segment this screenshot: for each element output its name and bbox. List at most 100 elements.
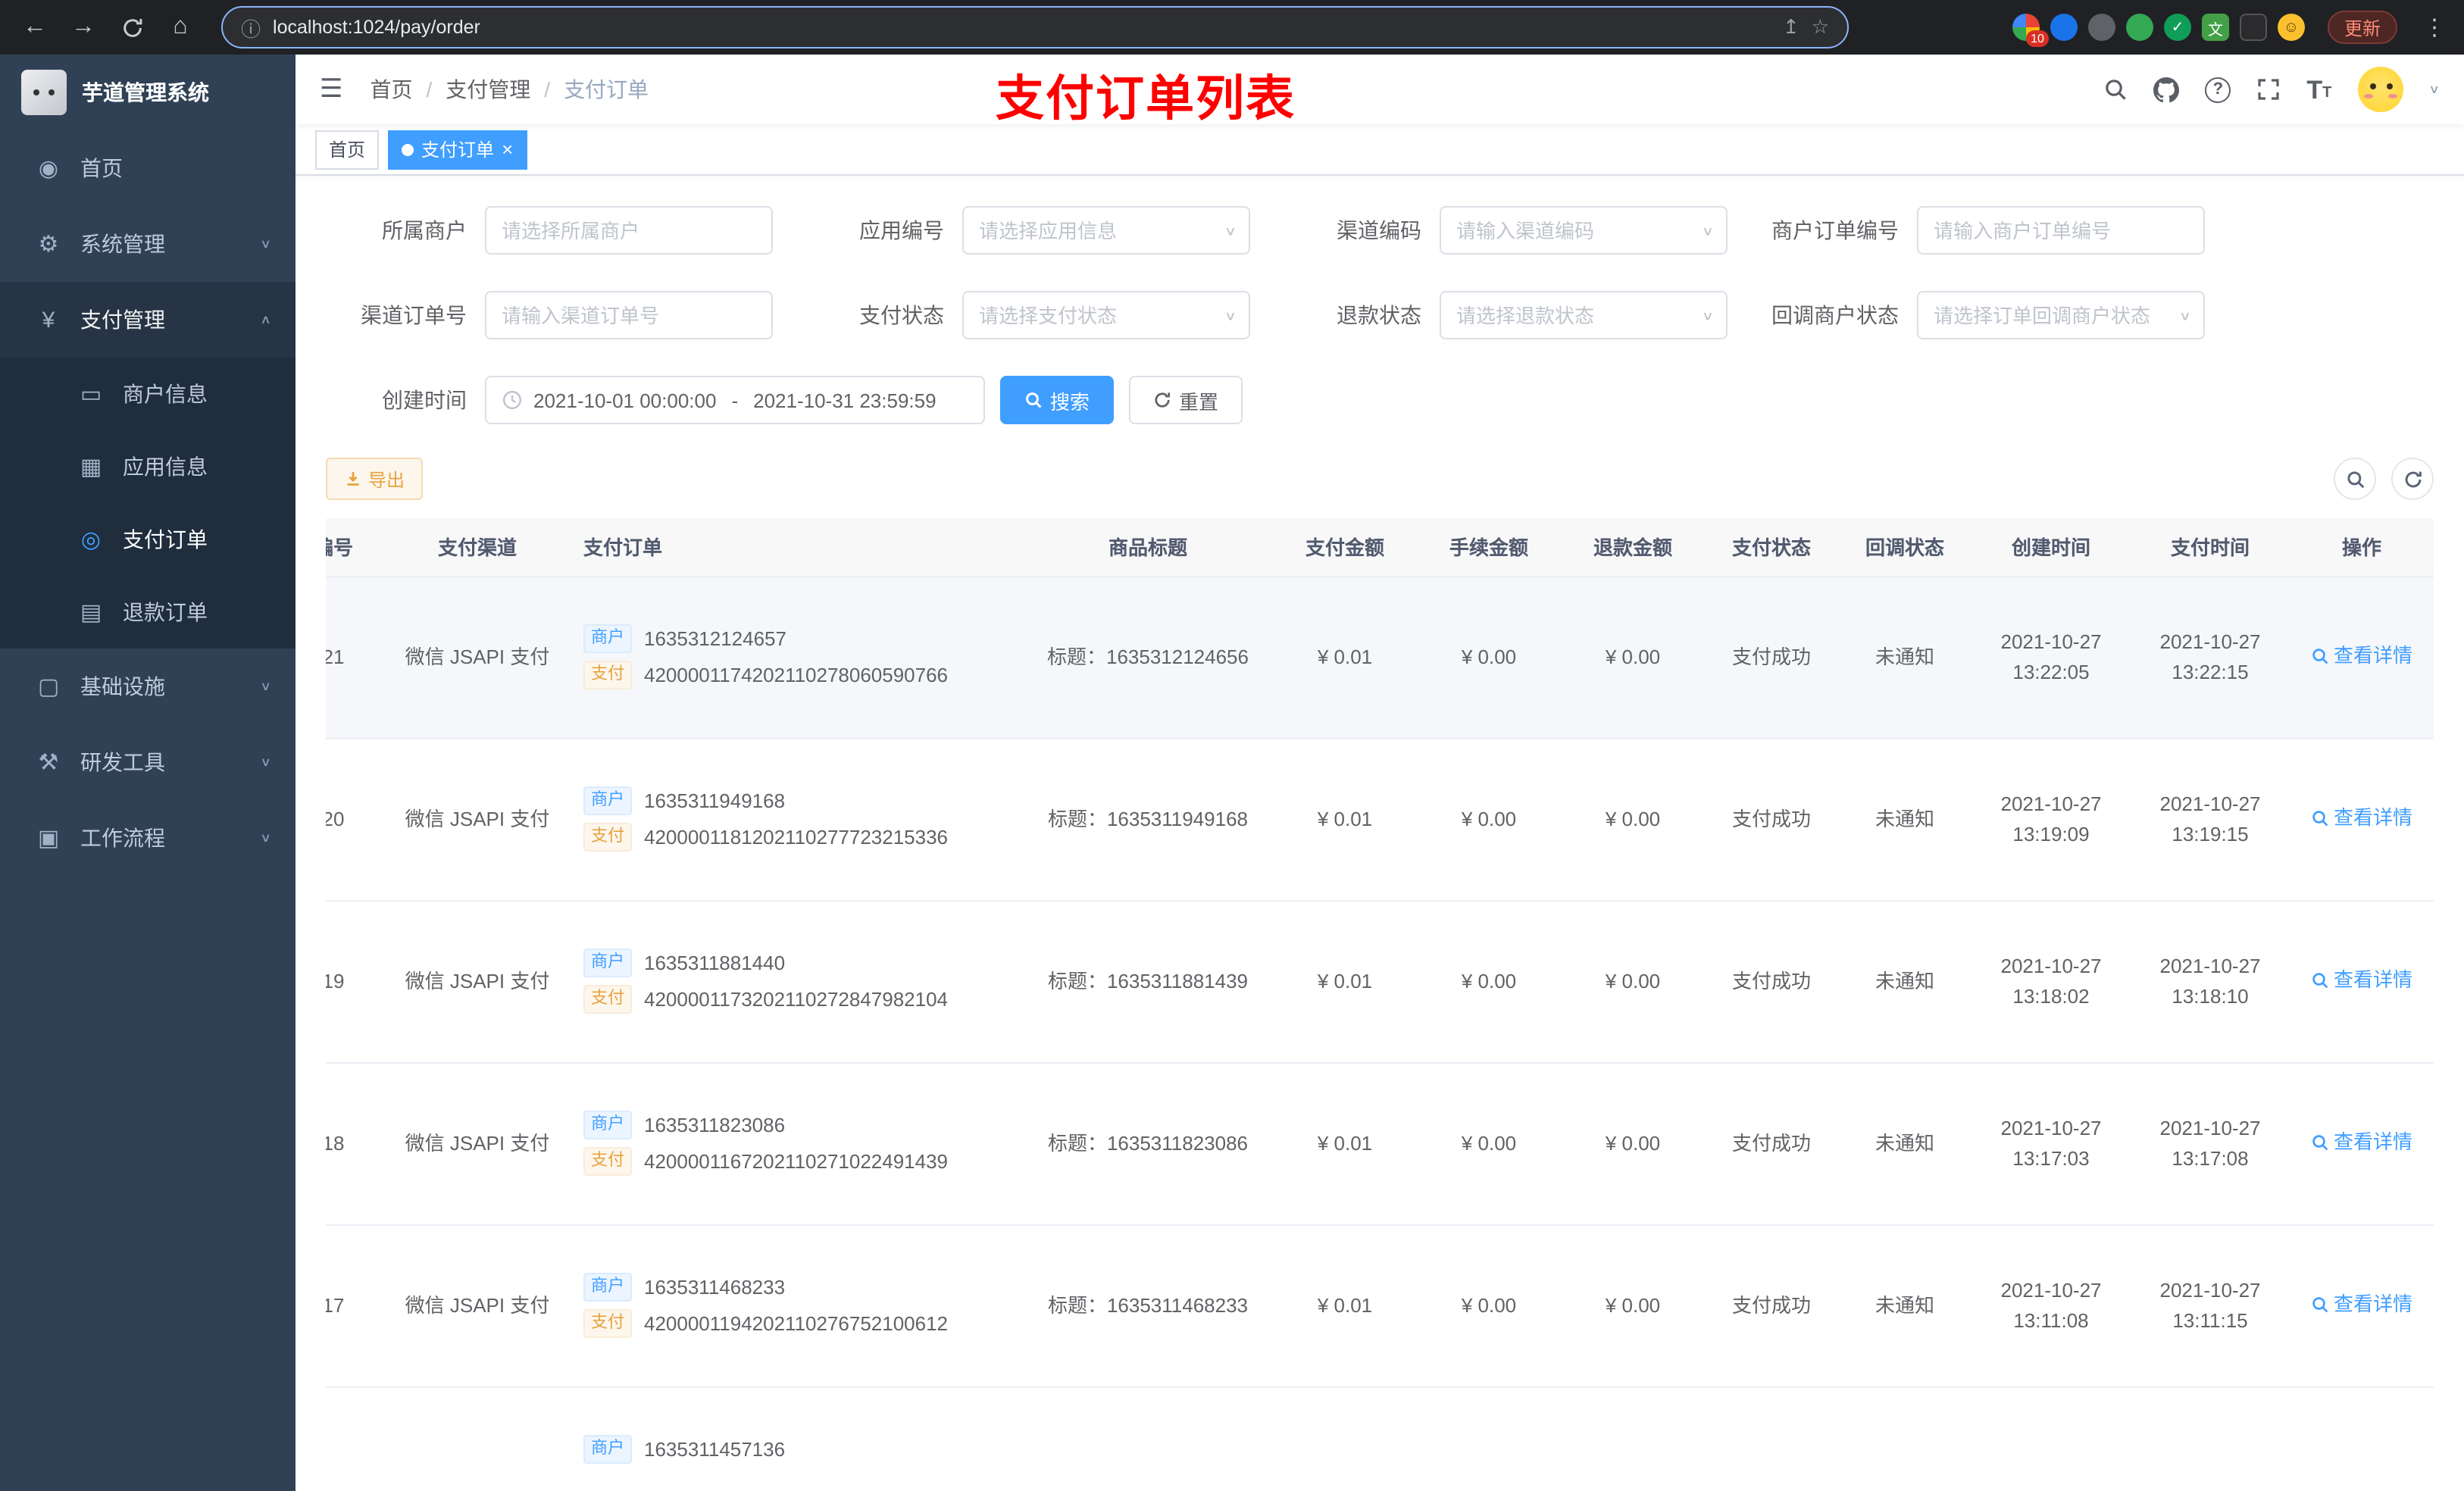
- share-icon[interactable]: ↥: [1783, 15, 1800, 39]
- user-avatar[interactable]: [2357, 67, 2403, 112]
- channel-code-input[interactable]: [1456, 219, 1690, 242]
- sidebar: 芋道管理系统 ◉ 首页 ⚙ 系统管理 ∨ ¥ 支付管理 ∧ ▭ 商户信息 ▦ 应…: [0, 55, 295, 1491]
- search-icon: [2312, 972, 2328, 988]
- extension-icon[interactable]: [2239, 14, 2267, 41]
- sidebar-item-workflow[interactable]: ▣ 工作流程 ∨: [0, 800, 295, 876]
- export-button[interactable]: 导出: [326, 458, 424, 500]
- bookmark-star-icon[interactable]: ☆: [1812, 15, 1829, 39]
- pay-status-select[interactable]: ∨: [962, 291, 1250, 339]
- app-input[interactable]: [979, 219, 1212, 242]
- merchant-order-no-input[interactable]: [1934, 219, 2188, 242]
- extension-icon[interactable]: [2125, 14, 2153, 41]
- cell-create-time: 2021-10-27 13:17:03: [1972, 1062, 2131, 1225]
- toggle-search-button[interactable]: [2334, 458, 2376, 500]
- sidebar-item-merchant-info[interactable]: ▭ 商户信息: [0, 358, 295, 430]
- home-button[interactable]: ⌂: [158, 5, 203, 50]
- refund-status-select[interactable]: ∨: [1440, 291, 1728, 339]
- breadcrumb-pay[interactable]: 支付管理: [446, 74, 530, 105]
- tag-home[interactable]: 首页: [315, 130, 380, 169]
- app: 芋道管理系统 ◉ 首页 ⚙ 系统管理 ∨ ¥ 支付管理 ∧ ▭ 商户信息 ▦ 应…: [0, 55, 2464, 1491]
- sidebar-item-pay[interactable]: ¥ 支付管理 ∧: [0, 282, 295, 358]
- cell-title: 标题：1635311881439: [1023, 900, 1273, 1063]
- extension-icon[interactable]: 10: [2012, 14, 2049, 47]
- extension-icon[interactable]: ✓: [2163, 14, 2191, 41]
- date-range-picker[interactable]: 2021-10-01 00:00:00 - 2021-10-31 23:59:5…: [485, 376, 985, 424]
- create-date: 2021-10-27: [2000, 954, 2102, 977]
- channel-code-select[interactable]: ∨: [1440, 206, 1728, 255]
- avatar-caret-icon[interactable]: ∨: [2428, 83, 2440, 96]
- merchant-input[interactable]: [502, 219, 756, 242]
- address-bar[interactable]: ⓘ localhost:1024/pay/order ↥ ☆: [221, 6, 1849, 48]
- refund-status-input[interactable]: [1456, 304, 1690, 327]
- cell-fee: ¥ 0.00: [1417, 576, 1561, 739]
- title-prefix: 标题：: [1047, 969, 1107, 992]
- filter-row: 渠道订单号 支付状态 ∨ 退款状态: [326, 291, 2434, 339]
- pay-submenu: ▭ 商户信息 ▦ 应用信息 ◎ 支付订单 ▤ 退款订单: [0, 358, 295, 649]
- browser-update-button[interactable]: 更新: [2327, 11, 2397, 44]
- cell-pay-time: [2131, 1386, 2290, 1491]
- column-header-status: 支付状态: [1705, 518, 1838, 577]
- cell-notify: 未通知: [1838, 1224, 1972, 1387]
- extension-icon[interactable]: [2087, 14, 2115, 41]
- cell-pay-time: 2021-10-27 13:22:15: [2131, 576, 2290, 739]
- sidebar-item-refund-order[interactable]: ▤ 退款订单: [0, 576, 295, 649]
- reload-button[interactable]: [109, 5, 155, 50]
- help-icon[interactable]: ?: [2205, 77, 2231, 102]
- channel-order-no-field[interactable]: [485, 291, 773, 339]
- notify-status-select[interactable]: ∨: [1917, 291, 2205, 339]
- cell-pay-time: 2021-10-27 13:18:10: [2131, 900, 2290, 1063]
- avatar-extension-icon[interactable]: ☺: [2277, 14, 2305, 41]
- font-size-icon[interactable]: TT: [2306, 77, 2331, 102]
- sidebar-item-home[interactable]: ◉ 首页: [0, 130, 295, 206]
- extension-icon[interactable]: 文: [2201, 14, 2229, 41]
- url-text[interactable]: localhost:1024/pay/order: [273, 17, 1771, 38]
- back-button[interactable]: ←: [12, 5, 58, 50]
- tag-pay-order[interactable]: 支付订单 ×: [388, 130, 527, 169]
- date-start[interactable]: 2021-10-01 00:00:00: [533, 389, 716, 411]
- browser-menu-icon[interactable]: ⋮: [2417, 14, 2452, 41]
- grid-icon: ▦: [80, 455, 102, 480]
- sidebar-item-infra[interactable]: ▢ 基础设施 ∨: [0, 649, 295, 724]
- column-header-id: 编号: [326, 518, 386, 577]
- extension-icon[interactable]: [2050, 14, 2078, 41]
- date-end[interactable]: 2021-10-31 23:59:59: [753, 389, 936, 411]
- close-icon[interactable]: ×: [502, 139, 513, 159]
- notify-status-input[interactable]: [1934, 304, 2167, 327]
- breadcrumb-home[interactable]: 首页: [371, 74, 413, 105]
- channel-order-no-input[interactable]: [502, 304, 756, 327]
- search-icon[interactable]: [2103, 77, 2128, 102]
- cell-fee: ¥ 0.00: [1417, 900, 1561, 1063]
- search-icon: [2347, 470, 2364, 488]
- reset-button[interactable]: 重置: [1129, 376, 1243, 424]
- view-detail-link[interactable]: 查看详情: [2311, 641, 2412, 670]
- logo-row[interactable]: 芋道管理系统: [0, 55, 295, 130]
- view-detail-link[interactable]: 查看详情: [2311, 1127, 2412, 1157]
- channel-order-no: 4200001167202110271022491439: [644, 1150, 949, 1173]
- sidebar-item-devtool[interactable]: ⚒ 研发工具 ∨: [0, 724, 295, 800]
- refresh-table-button[interactable]: [2391, 458, 2434, 500]
- view-detail-label: 查看详情: [2333, 805, 2412, 829]
- cell-create-time: 2021-10-27 13:18:02: [1972, 900, 2131, 1063]
- sidebar-item-system[interactable]: ⚙ 系统管理 ∨: [0, 206, 295, 282]
- merchant-select[interactable]: [485, 206, 773, 255]
- view-detail-link[interactable]: 查看详情: [2311, 803, 2412, 833]
- cell-refund: ¥ 0.00: [1561, 900, 1705, 1063]
- pay-status-input[interactable]: [979, 304, 1212, 327]
- search-button[interactable]: 搜索: [1000, 376, 1115, 424]
- sidebar-item-app-info[interactable]: ▦ 应用信息: [0, 430, 295, 503]
- github-icon[interactable]: [2153, 77, 2180, 102]
- yen-icon: ¥: [42, 307, 55, 333]
- site-info-icon[interactable]: ⓘ: [241, 13, 261, 42]
- hamburger-icon[interactable]: ☰: [320, 74, 343, 105]
- column-header-amount: 支付金额: [1273, 518, 1417, 577]
- view-detail-link[interactable]: 查看详情: [2311, 1289, 2412, 1319]
- fullscreen-icon[interactable]: [2256, 77, 2281, 102]
- app-select[interactable]: ∨: [962, 206, 1250, 255]
- view-detail-link[interactable]: 查看详情: [2311, 965, 2412, 995]
- forward-button[interactable]: →: [61, 5, 106, 50]
- title-prefix: 标题：: [1047, 1293, 1107, 1317]
- sidebar-item-pay-order[interactable]: ◎ 支付订单: [0, 503, 295, 576]
- filter-row: 所属商户 应用编号 ∨ 渠道编码: [326, 206, 2434, 255]
- create-clock: 13:22:05: [2012, 660, 2090, 683]
- merchant-order-no-field[interactable]: [1917, 206, 2205, 255]
